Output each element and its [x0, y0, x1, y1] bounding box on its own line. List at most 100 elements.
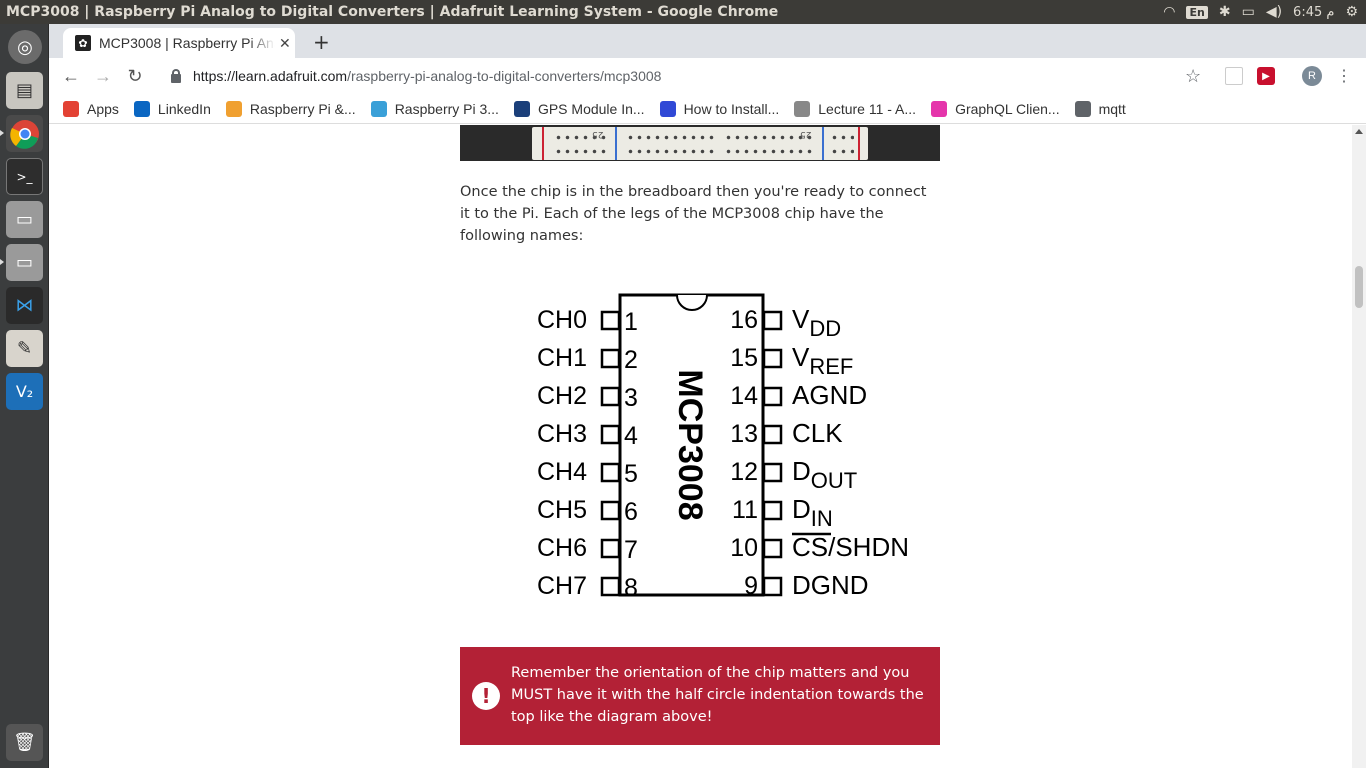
pin-number: 11	[732, 496, 758, 524]
scrollbar-thumb[interactable]	[1355, 266, 1363, 308]
terminal-icon[interactable]: >_	[6, 158, 43, 195]
pin-number: 16	[730, 306, 758, 334]
hole-row	[830, 135, 854, 140]
graphql-icon	[931, 100, 948, 117]
tab-mcp3008[interactable]: ✿ MCP3008 | Raspberry Pi Analog to Digit…	[63, 28, 295, 58]
pin-pad	[600, 424, 621, 445]
exclamation-icon: !	[472, 682, 500, 710]
adafruit-favicon-icon: ✿	[75, 35, 91, 51]
keyboard-language-indicator[interactable]: En	[1186, 5, 1208, 19]
disk-drive-icon[interactable]: ▭	[6, 201, 43, 238]
address-bar[interactable]: https://learn.adafruit.com/raspberry-pi-…	[157, 61, 1217, 91]
bookmark-label: Lecture 11 - A...	[818, 100, 917, 117]
hole-row	[724, 149, 814, 154]
bookmark-item[interactable]: LinkedIn	[133, 100, 211, 117]
vscode-icon[interactable]: ⋈	[6, 287, 43, 324]
linkedin-icon	[133, 100, 150, 117]
blue-rail	[822, 127, 824, 160]
pin-number: 12	[730, 458, 758, 486]
text-editor-icon[interactable]: ✎	[6, 330, 43, 367]
bluetooth-icon[interactable]: ✱	[1219, 4, 1231, 20]
pin-number: 14	[730, 382, 758, 410]
pin-name-label: DGND	[792, 570, 869, 600]
hole-row	[626, 135, 716, 140]
pin-number: 5	[624, 460, 638, 488]
tab-title: MCP3008 | Raspberry Pi Analog to Digital…	[99, 35, 275, 51]
vuetify-icon	[659, 100, 676, 117]
new-tab-button[interactable]: +	[313, 30, 330, 54]
pin-name-label: CH5	[537, 496, 587, 524]
breadboard-strip: 25 25	[532, 127, 868, 160]
document-icon	[794, 100, 811, 117]
back-arrow-icon[interactable]: ←	[55, 62, 87, 90]
bookmark-item[interactable]: Lecture 11 - A...	[794, 100, 917, 117]
reload-icon[interactable]: ↻	[119, 62, 151, 90]
pin-pad	[600, 310, 621, 331]
bookmark-label: GraphQL Clien...	[955, 100, 1060, 117]
pin-pad	[600, 500, 621, 521]
pin-name-label: CH7	[537, 572, 587, 600]
forward-arrow-icon[interactable]: →	[87, 62, 119, 90]
bookmark-label: GPS Module In...	[537, 100, 645, 117]
pin-number: 2	[624, 346, 638, 374]
pin-name-label: CH1	[537, 344, 587, 372]
bookmark-item[interactable]: GraphQL Clien...	[931, 100, 1060, 117]
bookmark-label: Apps	[87, 100, 119, 117]
blue-rail	[615, 127, 617, 160]
bookmark-star-icon[interactable]: ☆	[1185, 66, 1201, 87]
system-top-panel: MCP3008 | Raspberry Pi Analog to Digital…	[0, 0, 1366, 24]
bookmark-label: mqtt	[1098, 100, 1126, 117]
chrome-menu-icon[interactable]: ⋮	[1336, 66, 1352, 86]
pin-number: 7	[624, 536, 638, 564]
folder-icon	[1074, 100, 1091, 117]
close-tab-icon[interactable]: ✕	[279, 35, 291, 52]
pin-number: 15	[730, 344, 758, 372]
pin-name-label: CH3	[537, 420, 587, 448]
hole-row	[554, 149, 608, 154]
disk-drive-icon[interactable]: ▭	[0, 244, 43, 281]
vnc-viewer-icon[interactable]: V₂	[6, 373, 43, 410]
body-paragraph: Once the chip is in the breadboard then …	[460, 184, 927, 244]
bookmark-label: Raspberry Pi 3...	[394, 100, 499, 117]
pin-name-label: VREF	[792, 342, 853, 379]
apps-grid-icon	[63, 100, 79, 117]
battery-icon[interactable]: ▭	[1242, 4, 1255, 20]
page-viewport: 25 25 Once the chip is in the breadboard…	[49, 125, 1352, 768]
pin-pad	[762, 386, 783, 407]
window-title: MCP3008 | Raspberry Pi Analog to Digital…	[6, 4, 779, 20]
panel-indicators: ◠ En ✱ ▭ ◀︎) 6:45 م ⚙	[1163, 0, 1358, 24]
pin-pad	[600, 538, 621, 559]
vertical-scrollbar[interactable]	[1352, 125, 1366, 768]
pin-name-label: DIN	[792, 494, 833, 531]
wifi-icon[interactable]: ◠	[1163, 4, 1175, 20]
pin-pad	[600, 348, 621, 369]
pin-number: 1	[624, 308, 638, 336]
settings-gear-icon[interactable]: ⚙	[1345, 4, 1358, 20]
file-cabinet-icon[interactable]: ▤	[6, 72, 43, 109]
extension-red-icon[interactable]: ▶	[1257, 67, 1275, 85]
hole-row	[830, 149, 854, 154]
clock[interactable]: 6:45 م	[1293, 5, 1334, 20]
bookmark-item[interactable]: Raspberry Pi &...	[225, 100, 356, 117]
raspberry-icon	[225, 100, 242, 117]
bookmark-item[interactable]: How to Install...	[659, 100, 779, 117]
pin-name-label: VDD	[792, 304, 841, 341]
scroll-up-arrow-icon[interactable]	[1355, 129, 1363, 134]
unity-launcher: ◎ ▤ >_ ▭ ▭ ⋈ ✎ V₂ 🗑	[0, 24, 49, 768]
profile-avatar[interactable]: R	[1302, 66, 1322, 86]
bookmark-item[interactable]: Raspberry Pi 3...	[370, 100, 499, 117]
volume-icon[interactable]: ◀︎)	[1266, 4, 1282, 20]
bookmark-item[interactable]: GPS Module In...	[513, 100, 645, 117]
breadboard-row-number: 25	[592, 129, 604, 139]
ubuntu-dash-icon[interactable]: ◎	[8, 30, 42, 64]
bookmark-item[interactable]: mqtt	[1074, 100, 1126, 117]
chrome-icon[interactable]	[0, 115, 43, 152]
url-host: https://learn.adafruit.com	[193, 68, 348, 84]
trash-icon[interactable]: 🗑	[6, 724, 43, 761]
lock-icon[interactable]	[171, 68, 181, 83]
pin-name-label: CS/SHDN	[792, 532, 909, 562]
url-path: /raspberry-pi-analog-to-digital-converte…	[347, 68, 662, 84]
warning-callout: ! Remember the orientation of the chip m…	[460, 647, 940, 745]
extension-icon[interactable]	[1225, 67, 1243, 85]
bookmark-item[interactable]: Apps	[63, 100, 119, 117]
